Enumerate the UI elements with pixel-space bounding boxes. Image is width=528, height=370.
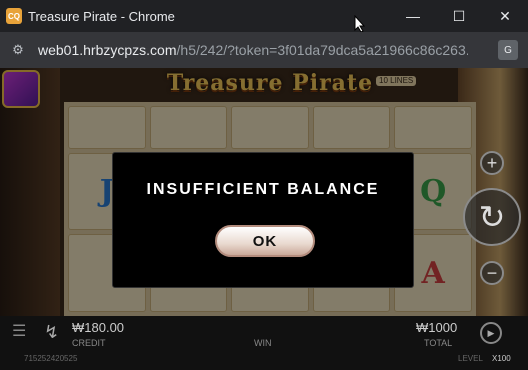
level-label: LEVEL xyxy=(458,354,483,363)
url-field[interactable]: web01.hrbzycpzs.com/h5/242/?token=3f01da… xyxy=(38,42,468,58)
total-value: ₩1000 xyxy=(416,320,458,335)
window-titlebar: CQ Treasure Pirate - Chrome — ☐ ✕ xyxy=(0,0,528,32)
mouse-cursor-icon xyxy=(354,15,366,33)
win-label: WIN xyxy=(254,338,272,348)
game-footer: ☰ ↯ ₩180.00 CREDIT WIN ₩1000 TOTAL ▶ 715… xyxy=(0,316,528,370)
credit-value: ₩180.00 xyxy=(72,320,125,335)
plus-icon[interactable]: + xyxy=(480,151,504,175)
window-controls: — ☐ ✕ xyxy=(390,0,528,32)
turbo-icon[interactable]: ↯ xyxy=(44,322,59,343)
level-value: X100 xyxy=(492,354,511,363)
url-host: web01.hrbzycpzs.com xyxy=(38,42,177,58)
translate-icon[interactable]: G xyxy=(498,40,518,60)
window-title: Treasure Pirate - Chrome xyxy=(28,8,175,24)
dialog-title: INSUFFICIENT BALANCE xyxy=(146,181,380,198)
ok-button[interactable]: OK xyxy=(215,225,315,257)
app-icon: CQ xyxy=(6,8,22,24)
menu-icon[interactable]: ☰ xyxy=(12,324,28,340)
insufficient-balance-dialog: INSUFFICIENT BALANCE OK xyxy=(112,152,414,288)
maximize-icon[interactable]: ☐ xyxy=(436,0,482,32)
total-label: TOTAL xyxy=(424,338,453,348)
minus-icon[interactable]: − xyxy=(480,261,504,285)
minimize-icon[interactable]: — xyxy=(390,0,436,32)
url-path: /h5/242/?token=3f01da79dca5a21966c86c263… xyxy=(176,42,468,58)
game-canvas: Treasure Pirate 10 LINES JQAA + ↻ − INSU… xyxy=(0,68,528,370)
credit-label: CREDIT xyxy=(72,338,106,348)
spin-icon[interactable]: ↻ xyxy=(463,188,521,246)
site-info-icon[interactable]: ⚙ xyxy=(4,36,32,64)
autoplay-icon[interactable]: ▶ xyxy=(480,322,502,344)
close-icon[interactable]: ✕ xyxy=(482,0,528,32)
address-bar: ⚙ web01.hrbzycpzs.com/h5/242/?token=3f01… xyxy=(0,32,528,68)
session-id: 715252420525 xyxy=(24,354,78,363)
